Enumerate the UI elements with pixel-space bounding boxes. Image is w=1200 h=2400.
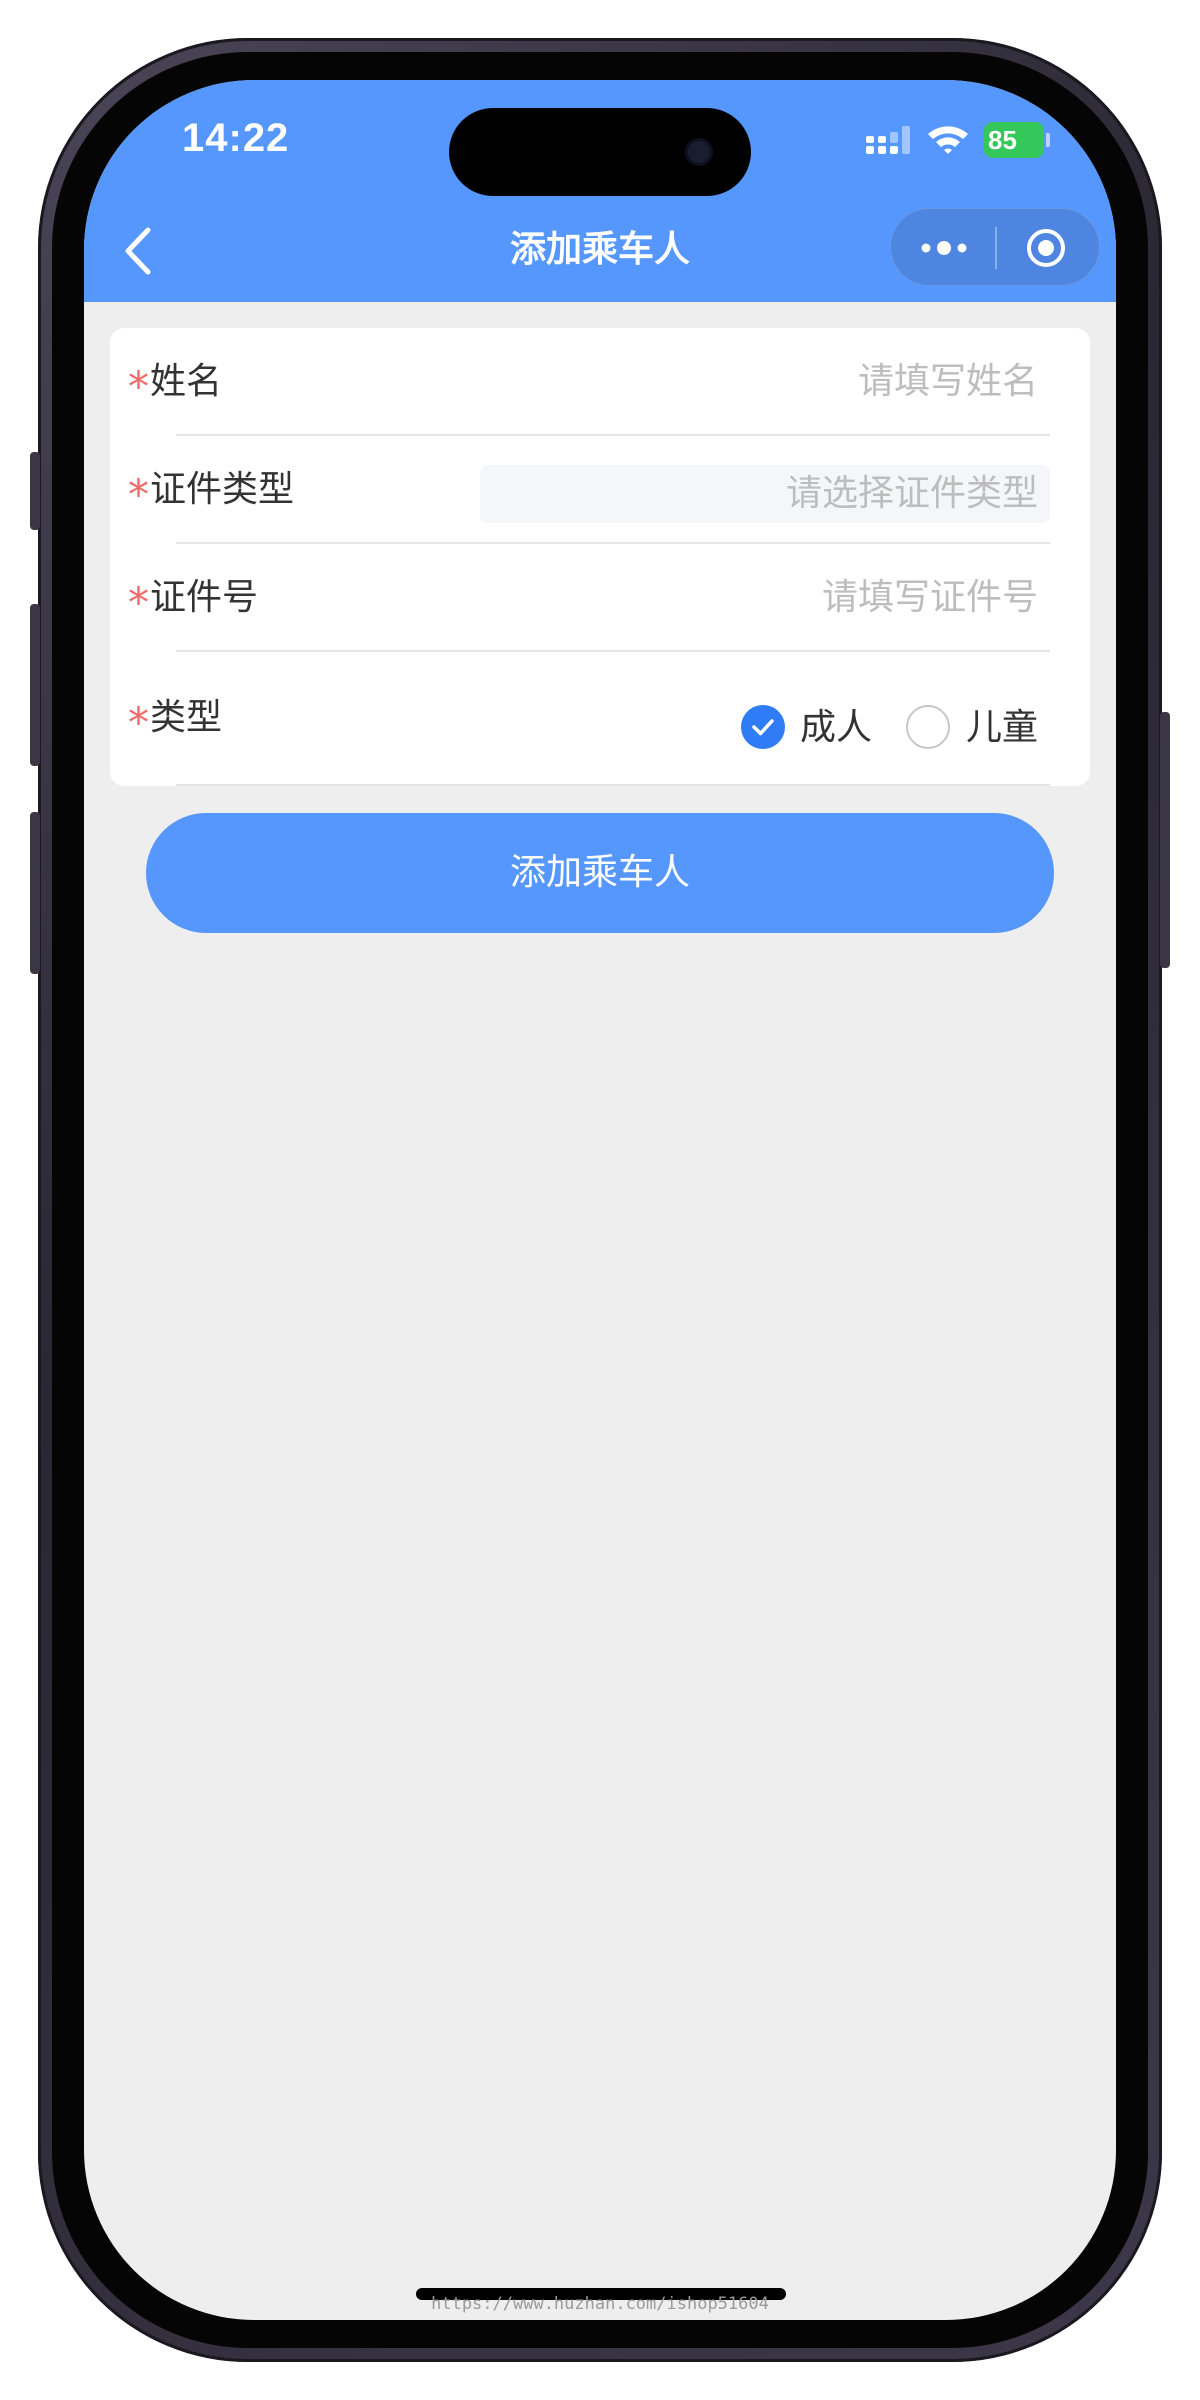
required-mark: *: [128, 470, 149, 519]
child-radio[interactable]: [906, 705, 950, 749]
checkmark-icon: [752, 719, 774, 736]
battery-indicator: 85: [984, 122, 1044, 158]
wifi-icon: [928, 126, 968, 154]
required-mark: *: [128, 698, 149, 747]
watermark: https://www.huzhan.com/ishop51604: [431, 2294, 769, 2314]
required-mark: *: [128, 362, 149, 411]
passenger-type-label: 类型: [150, 697, 223, 738]
header: 14:22 85 添加乘车人: [84, 80, 1116, 302]
id-number-input[interactable]: 请填写证件号: [822, 580, 1038, 616]
passenger-type-row: * 类型 成人 儿童: [110, 652, 1090, 786]
adult-radio[interactable]: [741, 705, 785, 749]
battery-cap: [1046, 133, 1050, 147]
id-type-label: 证件类型: [150, 469, 295, 510]
name-label: 姓名: [150, 361, 223, 402]
target-circle-icon[interactable]: [1025, 227, 1067, 269]
volume-down-button: [30, 812, 40, 974]
mini-program-capsule: [890, 208, 1100, 286]
action-button: [30, 452, 40, 530]
adult-option-label[interactable]: 成人: [800, 710, 872, 746]
id-number-label: 证件号: [150, 577, 259, 618]
add-passenger-button[interactable]: 添加乘车人: [146, 813, 1054, 933]
name-row: * 姓名 请填写姓名: [110, 328, 1090, 436]
power-button: [1160, 712, 1170, 968]
required-mark: *: [128, 578, 149, 627]
dynamic-island: [449, 108, 751, 196]
child-option-label[interactable]: 儿童: [966, 710, 1038, 746]
name-input[interactable]: 请填写姓名: [858, 364, 1038, 400]
screen: 14:22 85 添加乘车人 * 姓名 请填写姓名 * 证件类型 请选择证件类型…: [84, 80, 1116, 2320]
id-type-placeholder: 请选择证件类型: [785, 473, 1038, 514]
capsule-divider: [995, 227, 997, 269]
row-divider: [176, 784, 1050, 786]
id-type-picker[interactable]: 请选择证件类型: [480, 465, 1050, 523]
passenger-form: * 姓名 请填写姓名 * 证件类型 请选择证件类型 * 证件号 请填写证件号 *…: [110, 328, 1090, 786]
battery-level: 85: [988, 125, 1017, 155]
more-dots-icon[interactable]: [919, 234, 969, 262]
id-number-row: * 证件号 请填写证件号: [110, 544, 1090, 652]
id-type-row: * 证件类型 请选择证件类型: [110, 436, 1090, 544]
cellular-signal-icon: [866, 126, 910, 154]
volume-up-button: [30, 604, 40, 766]
front-camera-icon: [685, 138, 713, 166]
status-time: 14:22: [182, 116, 290, 160]
